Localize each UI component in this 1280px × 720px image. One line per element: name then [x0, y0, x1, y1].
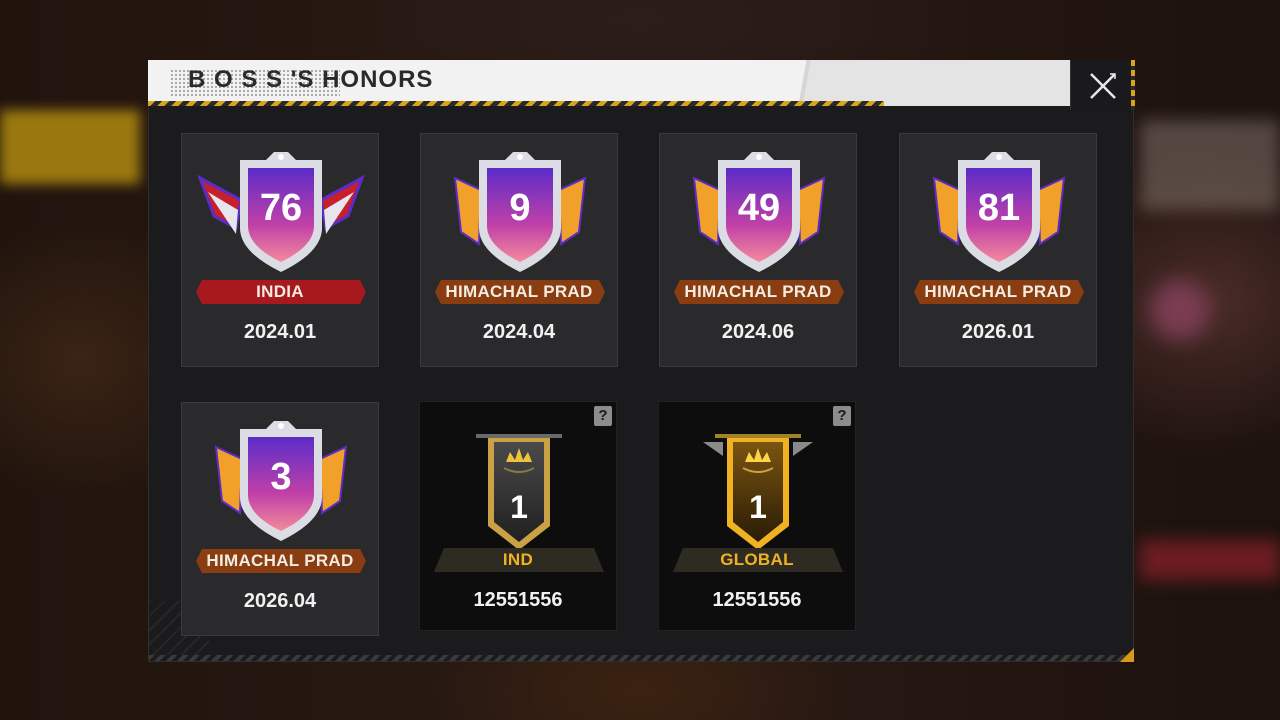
- gold-crown-banner-badge: 1: [703, 434, 813, 550]
- panel-corner-accent: [1120, 648, 1134, 662]
- gold-wings-shield-badge: 3: [214, 421, 348, 541]
- region-label: INDIA: [256, 282, 304, 301]
- honor-date: 2024.01: [243, 321, 317, 343]
- header-hazard-stripe: [148, 101, 884, 106]
- rank-number: 3: [270, 456, 291, 498]
- honor-date: 2026.04: [243, 590, 317, 612]
- gold-wings-shield-badge: 81: [932, 152, 1066, 272]
- honor-card[interactable]: 81 HIMACHAL PRAD 2026.01: [899, 133, 1097, 367]
- rank-number: 1: [510, 489, 528, 525]
- gold-wings-shield-badge: 9: [453, 152, 587, 272]
- panel-header: B O S S 'S HONORS: [148, 60, 1070, 106]
- region-label: HIMACHAL PRAD: [206, 551, 354, 570]
- honor-date: 2024.06: [721, 321, 795, 343]
- red-wings-shield-badge: 76: [197, 152, 365, 272]
- page-title: B O S S 'S HONORS: [188, 66, 434, 93]
- region-label: HIMACHAL PRAD: [684, 282, 832, 301]
- region-label: GLOBAL: [720, 550, 794, 569]
- crown-banner-badge: 1: [476, 434, 562, 550]
- rank-number: 1: [749, 489, 767, 525]
- rank-number: 81: [978, 187, 1020, 229]
- rank-number: 49: [738, 187, 780, 229]
- honor-card[interactable]: 9 HIMACHAL PRAD 2024.04: [420, 133, 618, 367]
- header-decoration: [678, 60, 1070, 106]
- honor-date: 2024.04: [482, 321, 556, 343]
- region-label: IND: [502, 550, 534, 569]
- panel-bottom-edge: [149, 655, 1133, 661]
- honor-card[interactable]: 76 INDIA 2024.01: [181, 133, 379, 367]
- honor-score: 12551556: [712, 589, 802, 611]
- region-label: HIMACHAL PRAD: [924, 282, 1072, 301]
- honor-card[interactable]: 49 HIMACHAL PRAD 2024.06: [659, 133, 857, 367]
- honor-card[interactable]: ? 1 GLOBAL 12551556: [658, 401, 856, 631]
- honor-date: 2026.01: [961, 321, 1035, 343]
- close-button[interactable]: [1070, 60, 1135, 110]
- honor-score: 12551556: [473, 589, 563, 611]
- close-icon: [1090, 73, 1116, 99]
- honor-card[interactable]: ? 1 IND 12551556: [419, 401, 617, 631]
- rank-number: 76: [260, 187, 302, 229]
- honor-card[interactable]: 3 HIMACHAL PRAD 2026.04: [181, 402, 379, 636]
- gold-wings-shield-badge: 49: [692, 152, 826, 272]
- region-label: HIMACHAL PRAD: [445, 282, 593, 301]
- rank-number: 9: [509, 187, 530, 229]
